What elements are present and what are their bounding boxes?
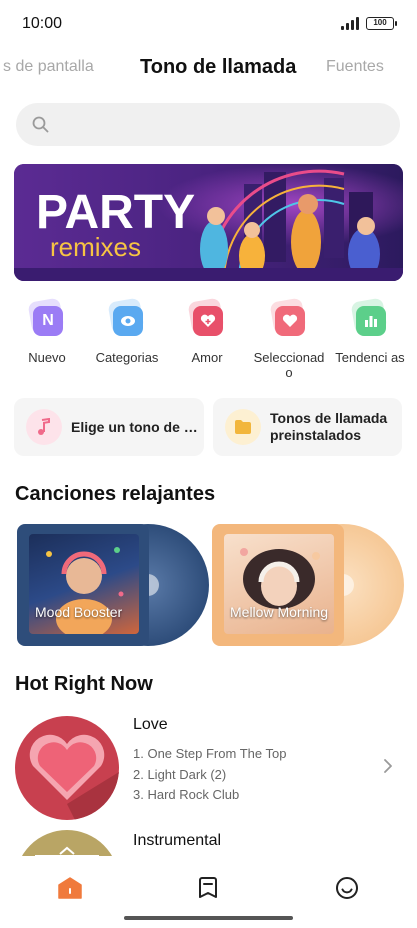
eye-icon xyxy=(107,297,147,340)
heart-plus-icon xyxy=(187,297,227,340)
tab-ringtones[interactable]: Tono de llamada xyxy=(140,56,296,79)
hot-item-title: Instrumental xyxy=(133,832,222,849)
category-amor[interactable]: Amor xyxy=(167,297,247,365)
preinstalled-ringtones-button[interactable]: Tonos de llamada preinstalados xyxy=(213,398,402,456)
chevron-right-icon[interactable] xyxy=(382,758,394,774)
category-seleccionado[interactable]: Seleccionad o xyxy=(249,297,329,380)
party-remixes-banner[interactable]: PARTY remixes xyxy=(14,164,403,281)
banner-art: PARTY remixes xyxy=(14,164,403,281)
tab-wallpapers[interactable]: s de pantalla xyxy=(3,58,94,76)
home-indicator xyxy=(124,916,293,920)
battery-icon: 100 xyxy=(366,17,397,30)
preinstalled-ringtones-label: Tonos de llamada preinstalados xyxy=(270,410,388,443)
relaxing-section-title: Canciones relajantes xyxy=(15,483,216,505)
choose-ringtone-label: Elige un tono de lla... xyxy=(71,419,199,435)
category-label: Categorias xyxy=(95,350,159,365)
album-sleeve: Mood Booster xyxy=(17,524,149,646)
smiley-icon xyxy=(336,877,358,899)
category-label: Nuevo xyxy=(28,350,66,365)
search-icon xyxy=(32,116,49,133)
category-label: Tendenci as xyxy=(335,350,405,365)
status-time: 10:00 xyxy=(22,15,63,32)
album-title: Mellow Morning xyxy=(230,604,329,620)
category-label: Seleccionad o xyxy=(253,350,325,380)
love-cover xyxy=(15,716,119,820)
hot-item-love[interactable]: Love 1. One Step From The Top 2. Light D… xyxy=(0,714,417,820)
nav-profile[interactable] xyxy=(327,868,367,908)
nav-saved[interactable] xyxy=(188,868,228,908)
signal-icon xyxy=(341,17,361,30)
category-label: Amor xyxy=(191,350,223,365)
banner-subtitle: remixes xyxy=(50,232,141,262)
bar-chart-icon xyxy=(350,297,390,340)
new-icon: N xyxy=(27,297,67,340)
instrumental-cover xyxy=(15,830,119,856)
home-icon xyxy=(58,877,82,899)
top-tabs: s de pantalla Tono de llamada Fuentes xyxy=(0,52,417,86)
album-mellow-morning[interactable]: Mellow Morning xyxy=(210,522,404,648)
hot-track: 2. Light Dark (2) xyxy=(133,767,227,782)
nav-home[interactable] xyxy=(50,868,90,908)
category-tendencias[interactable]: Tendenci as xyxy=(330,297,410,365)
hot-item-instrumental[interactable]: Instrumental xyxy=(0,828,417,856)
music-note-icon xyxy=(26,409,62,445)
search-input[interactable] xyxy=(16,103,400,146)
album-sleeve: Mellow Morning xyxy=(212,524,344,646)
folder-icon xyxy=(225,409,261,445)
tab-fonts[interactable]: Fuentes xyxy=(326,58,384,76)
hot-track: 1. One Step From The Top xyxy=(133,746,287,761)
category-categorias[interactable]: Categorias xyxy=(87,297,167,365)
hot-section-title: Hot Right Now xyxy=(15,673,153,695)
category-nuevo[interactable]: N Nuevo xyxy=(7,297,87,365)
choose-ringtone-button[interactable]: Elige un tono de lla... xyxy=(14,398,204,456)
hot-track: 3. Hard Rock Club xyxy=(133,787,240,802)
heart-icon xyxy=(269,297,309,340)
album-mood-booster[interactable]: Mood Booster xyxy=(15,522,209,648)
album-title: Mood Booster xyxy=(35,604,123,620)
status-bar: 10:00 100 xyxy=(0,0,417,48)
category-row: N Nuevo Categorias Amor Seleccionad o Te… xyxy=(0,297,417,384)
hot-item-title: Love xyxy=(133,716,168,733)
bookmark-icon xyxy=(199,877,217,898)
